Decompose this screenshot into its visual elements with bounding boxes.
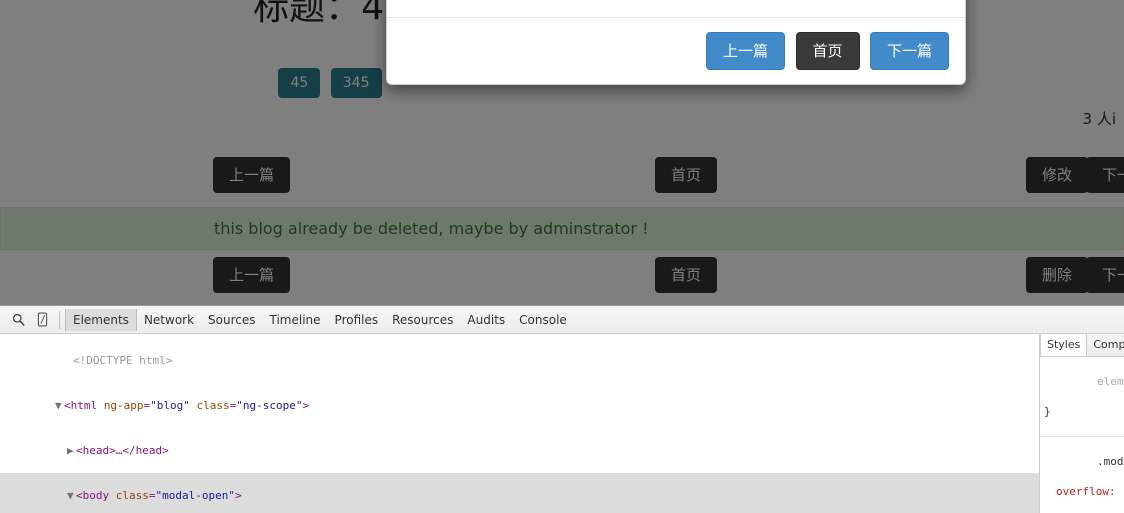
dom-line-doctype: <!DOCTYPE html> xyxy=(0,338,1039,383)
tab-elements[interactable]: Elements xyxy=(65,308,137,331)
style-rule-element-style[interactable]: element.styl } xyxy=(1040,357,1124,437)
modal-footer: 上一篇 首页 下一篇 xyxy=(387,17,965,84)
angle-close: > xyxy=(302,399,310,412)
tab-audits[interactable]: Audits xyxy=(460,309,512,331)
modal-open-prop-overflow[interactable]: overflow: xyxy=(1044,485,1116,498)
angle-close-body: > xyxy=(234,489,242,502)
angle-open-body: < xyxy=(75,489,83,502)
tab-network[interactable]: Network xyxy=(137,309,201,331)
angle-open: < xyxy=(63,399,71,412)
dom-line-body[interactable]: ▼ <body class="modal-open"> xyxy=(0,473,1039,513)
body-attr-name: class xyxy=(115,489,149,502)
modal-next-button[interactable]: 下一篇 xyxy=(869,32,949,70)
doctype-text: <!DOCTYPE html> xyxy=(72,354,173,367)
search-icon[interactable] xyxy=(6,309,30,331)
styles-sidebar-tabs: Styles Comp xyxy=(1040,334,1124,357)
expand-arrow-icon-body[interactable]: ▼ xyxy=(67,488,76,503)
space-body xyxy=(109,489,116,502)
devtools-toolbar: Elements Network Sources Timeline Profil… xyxy=(0,306,1124,334)
element-style-close: } xyxy=(1044,405,1051,418)
devtools-panel: Elements Network Sources Timeline Profil… xyxy=(0,305,1124,513)
devtools-main: <!DOCTYPE html> ▼ <html ng-app="blog" cla… xyxy=(0,334,1124,513)
tab-computed[interactable]: Comp xyxy=(1087,334,1124,356)
dom-tree[interactable]: <!DOCTYPE html> ▼ <html ng-app="blog" cla… xyxy=(0,334,1039,513)
alert-modal-dialog: sorry, delete blog is not a good childre… xyxy=(386,0,966,85)
html-attr-ngapp-name: ng-app xyxy=(103,399,144,412)
body-tag-name: body xyxy=(82,489,110,502)
expand-arrow-icon[interactable]: ▼ xyxy=(55,398,64,413)
device-toggle-icon[interactable] xyxy=(30,309,54,331)
modal-home-button[interactable]: 首页 xyxy=(795,32,860,70)
modal-body-text: sorry, delete blog is not a good childre… xyxy=(387,0,965,17)
blog-page-area: 标题：45 45 345 3 人i 上一篇 首页 修改 下一 this blog… xyxy=(0,0,1124,305)
collapse-arrow-icon[interactable]: ▶ xyxy=(67,443,76,458)
tab-profiles[interactable]: Profiles xyxy=(328,309,386,331)
tab-timeline[interactable]: Timeline xyxy=(263,309,328,331)
toolbar-divider xyxy=(59,310,60,329)
styles-sidebar: Styles Comp element.styl } .modal-open o… xyxy=(1039,334,1124,513)
tab-resources[interactable]: Resources xyxy=(385,309,460,331)
html-attr-class-name: class xyxy=(196,399,230,412)
modal-prev-button[interactable]: 上一篇 xyxy=(706,32,786,70)
html-tag-name: html xyxy=(70,399,98,412)
html-attr-class-value: "ng-scope" xyxy=(236,399,303,412)
style-rule-modal-open[interactable]: .modal-open overflow: } xyxy=(1040,437,1124,513)
head-element-text: <head>…</head> xyxy=(75,444,169,457)
element-style-selector: element.styl xyxy=(1096,375,1124,388)
tab-console[interactable]: Console xyxy=(512,309,574,331)
html-attr-ngapp-value: "blog" xyxy=(150,399,190,412)
dom-line-html[interactable]: ▼ <html ng-app="blog" class="ng-scope"> xyxy=(0,383,1039,428)
body-attr-value: "modal-open" xyxy=(155,489,235,502)
tab-sources[interactable]: Sources xyxy=(201,309,262,331)
modal-open-selector: .modal-open xyxy=(1096,455,1124,468)
dom-line-head[interactable]: ▶ <head>…</head> xyxy=(0,428,1039,473)
tab-styles[interactable]: Styles xyxy=(1040,334,1088,356)
